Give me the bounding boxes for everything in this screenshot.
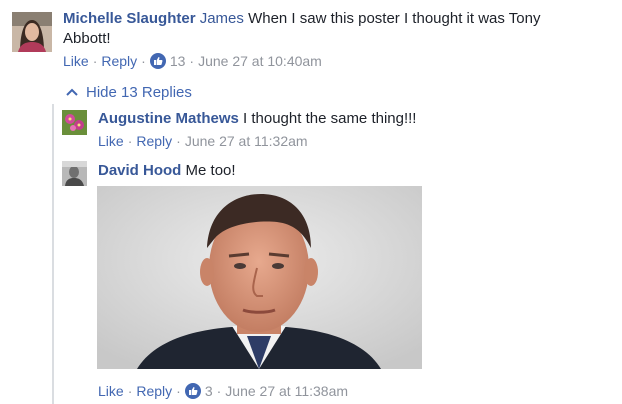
hide-replies-button[interactable]: Hide 13 Replies	[66, 82, 192, 103]
like-count: 13	[169, 53, 186, 69]
reply-avatar-image	[62, 161, 87, 186]
reply-author[interactable]: Augustine Mathews	[98, 110, 239, 127]
reaction-count[interactable]: 3	[184, 383, 213, 399]
reply-author[interactable]: David Hood	[98, 162, 181, 179]
comment-body-line-2: Abbott!	[63, 30, 111, 47]
comment-body-line-1: When I saw this poster I thought it was …	[248, 10, 541, 27]
comment-actions: Like · Reply · 13 · June 27 at 10:40am	[63, 53, 322, 69]
avatar-image	[12, 12, 52, 52]
like-button[interactable]: Like	[98, 133, 124, 149]
chevron-up-icon	[66, 82, 78, 102]
like-icon	[184, 383, 201, 399]
reply-button[interactable]: Reply	[136, 133, 172, 149]
reply-text: Augustine Mathews I thought the same thi…	[98, 109, 416, 129]
portrait-image	[97, 186, 422, 369]
reply-avatar[interactable]	[62, 161, 87, 186]
hide-replies-label: Hide 13 Replies	[86, 84, 192, 101]
reply-avatar-image	[62, 110, 87, 135]
reaction-count[interactable]: 13	[149, 53, 186, 69]
like-button[interactable]: Like	[63, 53, 89, 69]
like-icon	[149, 53, 166, 69]
comment-text: Michelle Slaughter James When I saw this…	[63, 9, 540, 29]
timestamp[interactable]: June 27 at 11:38am	[225, 383, 348, 399]
reply-thread-line	[52, 104, 54, 404]
reply-body: Me too!	[185, 162, 236, 179]
avatar[interactable]	[12, 12, 52, 52]
like-count: 3	[204, 383, 213, 399]
like-button[interactable]: Like	[98, 383, 124, 399]
timestamp[interactable]: June 27 at 10:40am	[198, 53, 322, 69]
reply-photo[interactable]	[97, 186, 422, 369]
comment-author[interactable]: Michelle Slaughter	[63, 10, 196, 27]
comment-mention[interactable]: James	[200, 10, 244, 27]
comment-text-continued: Abbott!	[63, 29, 111, 49]
reply-text: David Hood Me too!	[98, 161, 236, 181]
timestamp[interactable]: June 27 at 11:32am	[185, 133, 308, 149]
reply-button[interactable]: Reply	[101, 53, 137, 69]
reply-avatar[interactable]	[62, 110, 87, 135]
reply-actions: Like · Reply · June 27 at 11:32am	[98, 133, 308, 149]
reply-button[interactable]: Reply	[136, 383, 172, 399]
reply-body: I thought the same thing!!!	[243, 110, 417, 127]
reply-actions: Like · Reply · 3 · June 27 at 11:38am	[98, 383, 349, 399]
